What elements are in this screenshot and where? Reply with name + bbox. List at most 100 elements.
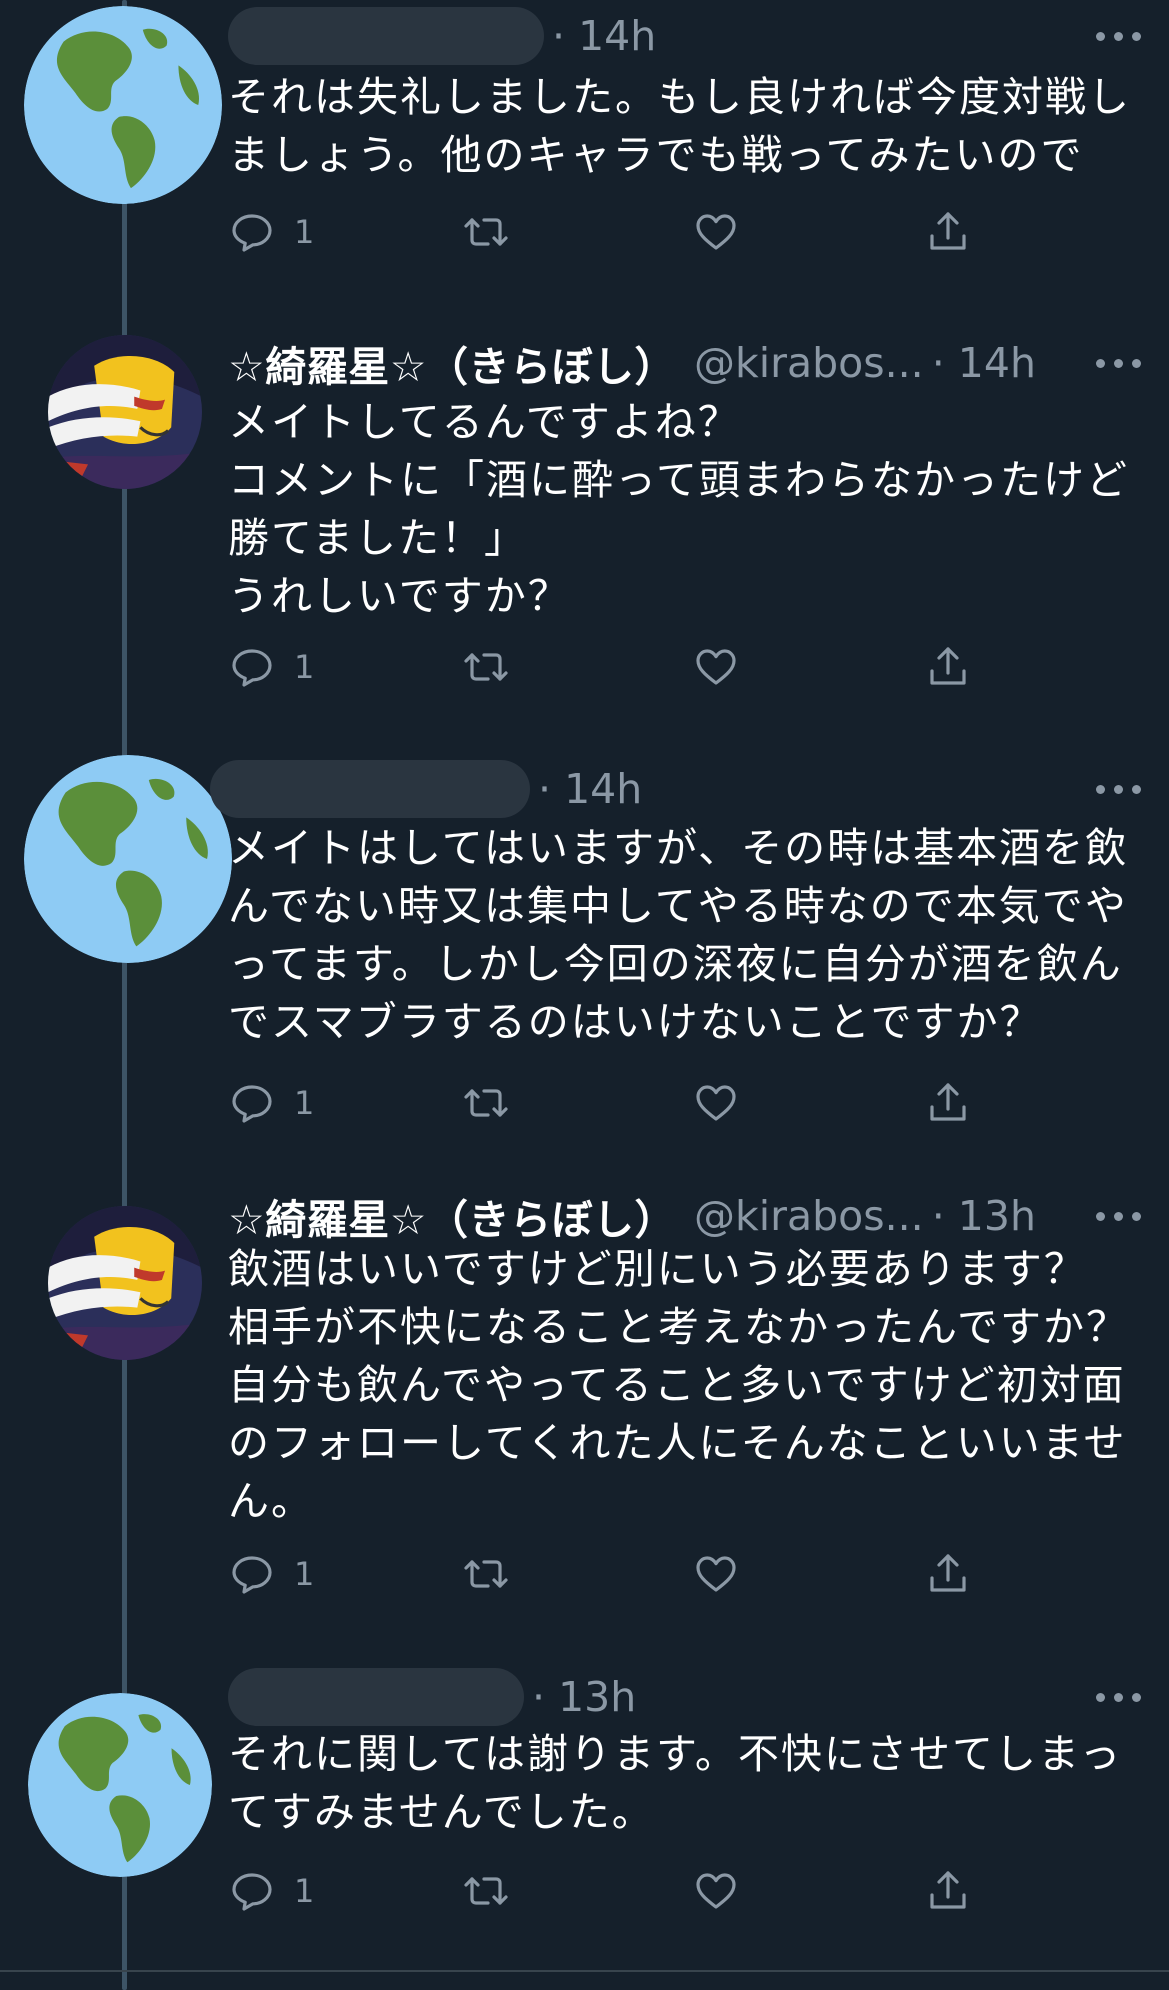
retweet-icon [464,1560,508,1588]
tweet-actions: 1 [228,637,988,697]
more-icon[interactable] [1096,333,1141,393]
share-button[interactable] [924,1544,972,1604]
like-button[interactable] [692,1544,740,1604]
tweet-time[interactable]: · 14h [538,765,642,813]
tweet-text: 飲酒はいいですけど別にいう必要あります？ 相手が不快になること考えなかったんです… [228,1240,1133,1530]
tweet-header: ☆綺羅星☆（きらぼし） @kirabos... · 13h [228,1186,1141,1246]
anime-character-avatar [48,335,202,489]
tweet-2[interactable]: ☆綺羅星☆（きらぼし） @kirabos... · 14h メイトしてるんですよ… [0,315,1169,735]
tweet-text-line: 相手が不快になること考えなかったんですか？ [228,1303,1129,1351]
reply-button[interactable]: 1 [228,1544,314,1604]
share-button[interactable] [924,202,972,262]
retweet-icon [464,1089,508,1117]
tweet-actions: 1 [228,1861,988,1921]
avatar[interactable] [24,6,222,204]
share-button[interactable] [924,1861,972,1921]
avatar[interactable] [48,335,202,489]
redacted-username [228,7,544,65]
tweet-text-line: ん。 [228,1477,314,1525]
tweet-text-line: メイトしてるんですよね？ [228,398,741,446]
reply-icon [232,214,272,252]
tweet-actions: 1 [228,202,988,262]
tweet-header: · 14h [210,759,1141,819]
tweet-3[interactable]: · 14h メイトはしてはいますが、その時は基本酒を飲 んでない時又は集中してや… [0,735,1169,1180]
tweet-time[interactable]: · 13h [932,1192,1036,1240]
retweet-button[interactable] [460,1544,512,1604]
author-handle[interactable]: @kirabos... [694,1192,924,1240]
share-icon [930,1554,966,1592]
redacted-username [210,760,530,818]
reply-button[interactable]: 1 [228,1861,314,1921]
tweet-header: · 13h [228,1667,1141,1727]
retweet-button[interactable] [460,202,512,262]
tweet-text-line: うれしいですか？ [228,572,571,620]
heart-icon [696,214,736,250]
share-button[interactable] [924,637,972,697]
tweet-text-line: メイトはしてはいますが、その時は基本酒を飲 [228,824,1129,872]
tweet-header: · 14h [228,6,1141,66]
reply-icon [232,1085,272,1123]
globe-icon [24,755,232,963]
like-button[interactable] [692,1861,740,1921]
tweet-5[interactable]: · 13h それに関しては謝ります。不快にさせてしまっ てすみませんでした。 1 [0,1665,1169,1990]
more-icon[interactable] [1096,1667,1141,1727]
tweet-4[interactable]: ☆綺羅星☆（きらぼし） @kirabos... · 13h 飲酒はいいですけど別… [0,1180,1169,1665]
retweet-icon [464,1877,508,1905]
tweet-actions: 1 [228,1544,988,1604]
share-button[interactable] [924,1073,972,1133]
tweet-text-line: ってます。しかし今回の深夜に自分が酒を飲ん [228,940,1123,988]
tweet-text: メイトはしてはいますが、その時は基本酒を飲 んでない時又は集中してやる時なので本… [228,819,1133,1051]
avatar[interactable] [28,1693,212,1877]
tweet-text-line: でスマブラするのはいけないことですか？ [228,998,1043,1046]
retweet-button[interactable] [460,1073,512,1133]
like-button[interactable] [692,202,740,262]
tweet-text-line: 飲酒はいいですけど別にいう必要あります？ [228,1245,1087,1293]
tweet-time[interactable]: · 14h [552,12,656,60]
avatar[interactable] [48,1206,202,1360]
globe-icon [24,6,222,204]
author-name[interactable]: ☆綺羅星☆（きらぼし） [228,333,676,393]
heart-icon [696,1556,736,1592]
reply-button[interactable]: 1 [228,202,314,262]
globe-icon [28,1693,212,1877]
reply-count: 1 [294,1555,315,1593]
reply-count: 1 [294,648,315,686]
reply-button[interactable]: 1 [228,637,314,697]
heart-icon [696,1085,736,1121]
tweet-time[interactable]: · 13h [532,1673,636,1721]
avatar[interactable] [24,755,232,963]
author-handle[interactable]: @kirabos... [694,339,924,387]
more-icon[interactable] [1096,759,1141,819]
author-name[interactable]: ☆綺羅星☆（きらぼし） [228,1186,676,1246]
reply-icon [232,1556,272,1594]
divider [0,1970,1169,1972]
tweet-header: ☆綺羅星☆（きらぼし） @kirabos... · 14h [228,333,1141,393]
heart-icon [696,649,736,685]
tweet-text-line: てすみませんでした。 [228,1788,655,1836]
redacted-username [228,1668,524,1726]
tweet-text: それは失礼しました。もし良ければ今度対戦し ましょう。他のキャラでも戦ってみたい… [228,68,1133,184]
share-icon [930,1083,966,1121]
tweet-text-line: 自分も飲んでやってること多いですけど初対面 [228,1361,1126,1409]
like-button[interactable] [692,1073,740,1133]
anime-character-avatar [48,1206,202,1360]
retweet-icon [464,653,508,681]
retweet-icon [464,218,508,246]
tweet-text-line: それは失礼しました。もし良ければ今度対戦し [228,73,1131,121]
more-icon[interactable] [1096,6,1141,66]
tweet-text-line: ましょう。他のキャラでも戦ってみたいので [228,131,1084,179]
tweet-text-line: んでない時又は集中してやる時なので本気でや [228,882,1128,930]
retweet-button[interactable] [460,1861,512,1921]
reply-button[interactable]: 1 [228,1073,314,1133]
tweet-time[interactable]: · 14h [932,339,1036,387]
more-icon[interactable] [1096,1186,1141,1246]
retweet-button[interactable] [460,637,512,697]
share-icon [930,1871,966,1909]
like-button[interactable] [692,637,740,697]
tweet-text: メイトしてるんですよね？ コメントに「酒に酔って頭まわらなかったけど 勝てました… [228,393,1133,625]
tweet-actions: 1 [228,1073,988,1133]
reply-count: 1 [294,1872,315,1910]
tweet-1[interactable]: · 14h それは失礼しました。もし良ければ今度対戦し ましょう。他のキャラでも… [0,0,1169,310]
tweet-text-line: 勝てました！」 [228,514,527,562]
share-icon [930,212,966,250]
